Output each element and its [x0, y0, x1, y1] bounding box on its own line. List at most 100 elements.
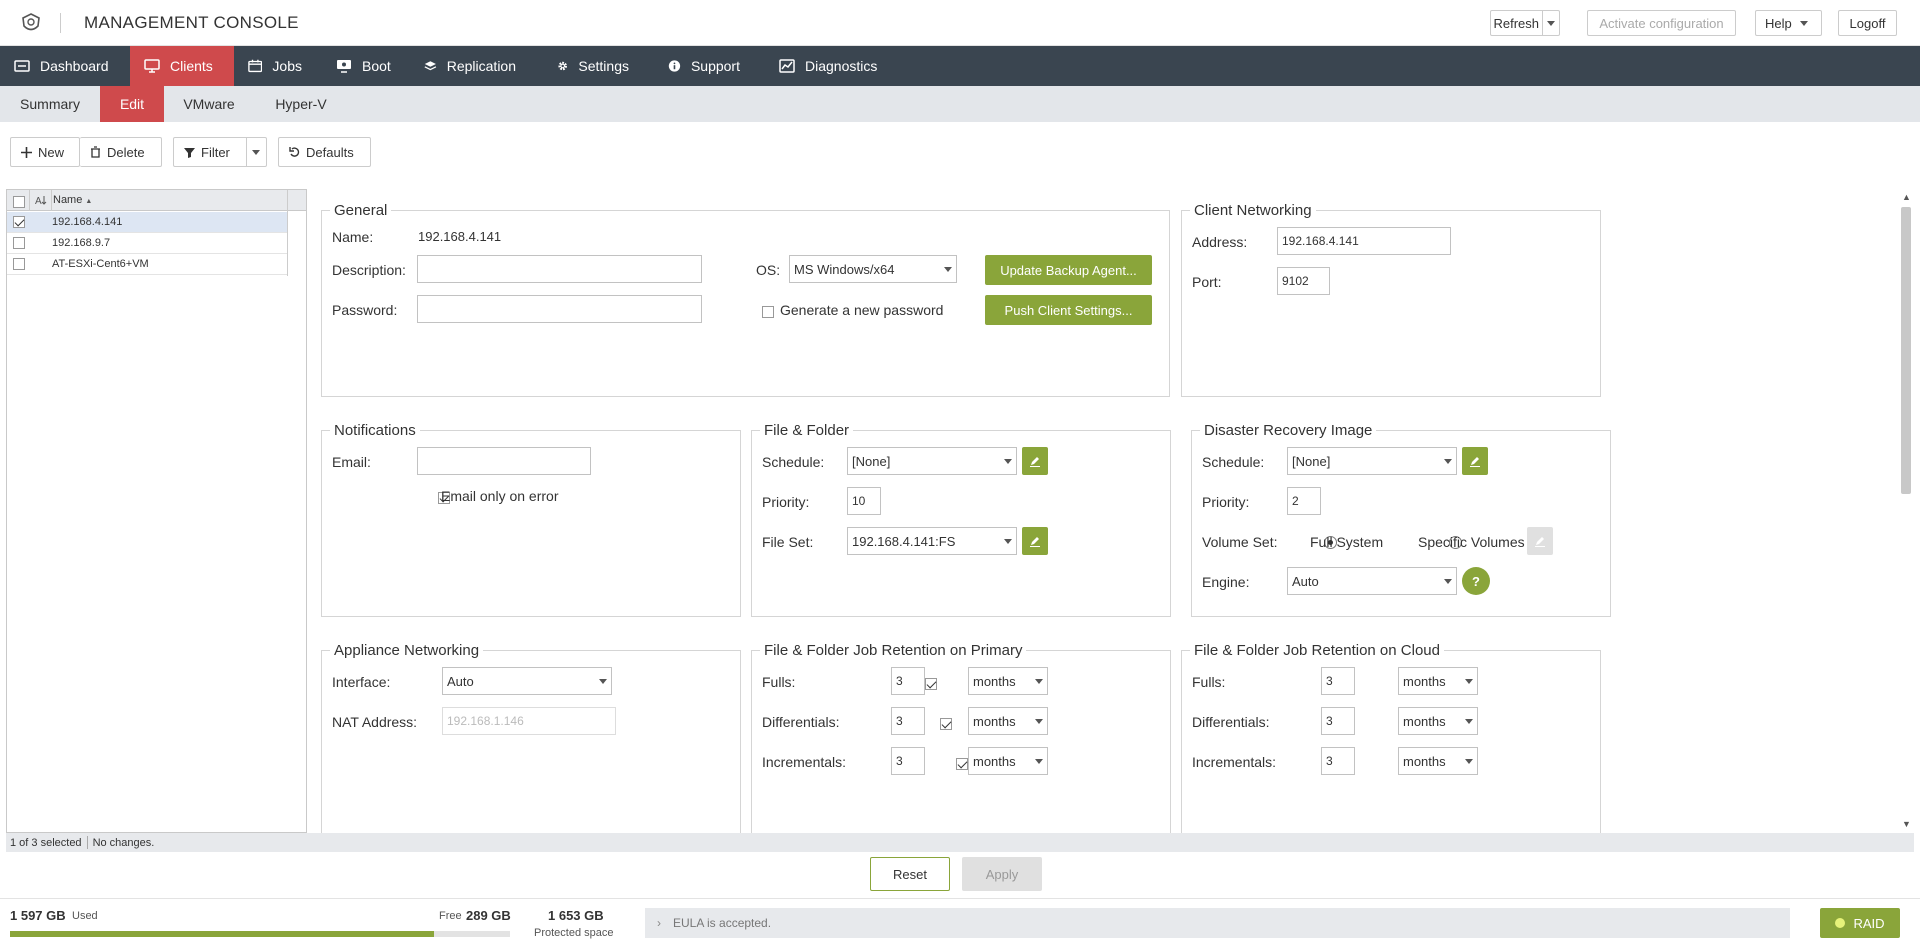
- chevron-down-icon: [1444, 458, 1452, 464]
- cloud-fulls-input[interactable]: 3: [1321, 667, 1355, 695]
- ff-schedule-label: Schedule:: [762, 454, 825, 470]
- dr-priority-input[interactable]: 2: [1287, 487, 1321, 515]
- scroll-up-icon[interactable]: ▲: [1902, 192, 1911, 202]
- nav-support[interactable]: Support: [654, 46, 754, 86]
- interface-select[interactable]: Auto: [442, 667, 612, 695]
- cloud-fulls-unit-select[interactable]: months: [1398, 667, 1478, 695]
- logoff-button[interactable]: Logoff: [1838, 10, 1897, 36]
- engine-value: Auto: [1292, 573, 1319, 589]
- trash-icon: [91, 146, 100, 158]
- name-value: 192.168.4.141: [418, 229, 502, 244]
- client-row[interactable]: 192.168.4.141: [7, 212, 287, 233]
- form-scrollbar[interactable]: ▲ ▼: [1898, 189, 1914, 833]
- primary-incrementals-unit-select[interactable]: months: [968, 747, 1048, 775]
- ff-schedule-select[interactable]: [None]: [847, 447, 1017, 475]
- nat-address-input[interactable]: 192.168.1.146: [442, 707, 616, 735]
- apply-button[interactable]: Apply: [962, 857, 1042, 891]
- name-label: Name:: [332, 229, 374, 245]
- tab-edit[interactable]: Edit: [100, 86, 164, 122]
- primary-fulls-unit-select[interactable]: months: [968, 667, 1048, 695]
- cloud-incrementals-input[interactable]: 3: [1321, 747, 1355, 775]
- storage-usage-bar: [10, 931, 510, 937]
- cloud-differentials-input[interactable]: 3: [1321, 707, 1355, 735]
- pencil-icon: [1535, 537, 1545, 547]
- specific-volumes-edit-button[interactable]: [1527, 527, 1553, 555]
- chevron-down-icon: [252, 149, 261, 155]
- primary-differentials-input[interactable]: 3: [891, 707, 925, 735]
- primary-differentials-unit-select[interactable]: months: [968, 707, 1048, 735]
- filter-dropdown-button[interactable]: [245, 138, 266, 166]
- port-input[interactable]: 9102: [1277, 267, 1330, 295]
- help-button[interactable]: Help: [1755, 10, 1822, 36]
- chevron-down-icon: [944, 266, 952, 272]
- defaults-button[interactable]: Defaults: [278, 137, 371, 167]
- activate-configuration-button[interactable]: Activate configuration: [1587, 10, 1736, 36]
- client-row[interactable]: AT-ESXi-Cent6+VM: [7, 254, 287, 275]
- used-space-value: 1 597 GB: [10, 908, 66, 923]
- nav-replication[interactable]: Replication: [410, 46, 530, 86]
- ff-fileset-edit-button[interactable]: [1022, 527, 1048, 555]
- primary-fulls-checkbox[interactable]: [924, 678, 937, 690]
- scroll-down-icon[interactable]: ▼: [1902, 819, 1911, 829]
- row-checkbox[interactable]: [13, 216, 25, 228]
- status-dot-icon: [1835, 918, 1846, 928]
- nav-clients[interactable]: Clients: [130, 46, 234, 86]
- address-input[interactable]: 192.168.4.141: [1277, 227, 1451, 255]
- name-column-label: Name: [53, 194, 83, 206]
- eula-banner[interactable]: › EULA is accepted.: [645, 908, 1790, 938]
- primary-differentials-checkbox[interactable]: [940, 718, 953, 730]
- generate-password-checkbox[interactable]: [762, 306, 774, 318]
- retention-primary-section: File & Folder Job Retention on Primary: [751, 642, 1171, 833]
- client-name: AT-ESXi-Cent6+VM: [52, 258, 149, 270]
- primary-incrementals-input[interactable]: 3: [891, 747, 925, 775]
- tab-hyper-v[interactable]: Hyper-V: [254, 86, 348, 122]
- update-backup-agent-button[interactable]: Update Backup Agent...: [985, 255, 1152, 285]
- select-all-checkbox[interactable]: [13, 196, 25, 208]
- delete-button[interactable]: Delete: [80, 137, 162, 167]
- primary-fulls-label: Fulls:: [762, 674, 796, 690]
- tab-summary[interactable]: Summary: [0, 86, 100, 122]
- cloud-differentials-label: Differentials:: [1192, 714, 1270, 730]
- refresh-button[interactable]: Refresh: [1491, 16, 1542, 31]
- password-input[interactable]: [417, 295, 702, 323]
- cloud-differentials-unit-select[interactable]: months: [1398, 707, 1478, 735]
- dr-schedule-edit-button[interactable]: [1462, 447, 1488, 475]
- description-input[interactable]: [417, 255, 702, 283]
- client-row[interactable]: 192.168.9.7: [7, 233, 287, 254]
- row-checkbox[interactable]: [13, 237, 25, 249]
- cloud-incrementals-unit-select[interactable]: months: [1398, 747, 1478, 775]
- sort-alpha-icon[interactable]: A: [35, 194, 47, 206]
- nav-boot[interactable]: Boot: [322, 46, 408, 86]
- dr-schedule-select[interactable]: [None]: [1287, 447, 1457, 475]
- engine-select[interactable]: Auto: [1287, 567, 1457, 595]
- nav-diagnostics[interactable]: Diagnostics: [765, 46, 895, 86]
- primary-incrementals-checkbox[interactable]: [956, 758, 969, 770]
- chevron-right-icon: ›: [657, 916, 661, 930]
- nav-dashboard[interactable]: Dashboard: [0, 46, 130, 86]
- email-only-on-error-label: Email only on error: [441, 488, 559, 504]
- unit-value: months: [973, 713, 1016, 729]
- raid-status-button[interactable]: RAID: [1820, 908, 1900, 938]
- new-button[interactable]: New: [10, 137, 80, 167]
- engine-help-icon[interactable]: ?: [1462, 567, 1490, 595]
- name-column-header[interactable]: Name ▲: [53, 194, 92, 206]
- os-select[interactable]: MS Windows/x64: [789, 255, 957, 283]
- row-checkbox[interactable]: [13, 258, 25, 270]
- push-client-settings-button[interactable]: Push Client Settings...: [985, 295, 1152, 325]
- nav-clients-label: Clients: [170, 58, 213, 74]
- chevron-down-icon: [1465, 678, 1473, 684]
- email-input[interactable]: [417, 447, 591, 475]
- tab-vmware[interactable]: VMware: [164, 86, 254, 122]
- app-title: MANAGEMENT CONSOLE: [84, 13, 299, 32]
- primary-fulls-input[interactable]: 3: [891, 667, 925, 695]
- ff-priority-input[interactable]: 10: [847, 487, 881, 515]
- scrollbar-thumb[interactable]: [1901, 207, 1911, 494]
- refresh-dropdown-button[interactable]: [1541, 11, 1560, 35]
- nav-settings[interactable]: Settings: [543, 46, 643, 86]
- file-folder-legend: File & Folder: [764, 422, 850, 439]
- reset-button[interactable]: Reset: [870, 857, 950, 891]
- filter-button[interactable]: Filter: [174, 138, 240, 166]
- ff-schedule-edit-button[interactable]: [1022, 447, 1048, 475]
- ff-fileset-select[interactable]: 192.168.4.141:FS: [847, 527, 1017, 555]
- nav-jobs[interactable]: Jobs: [234, 46, 316, 86]
